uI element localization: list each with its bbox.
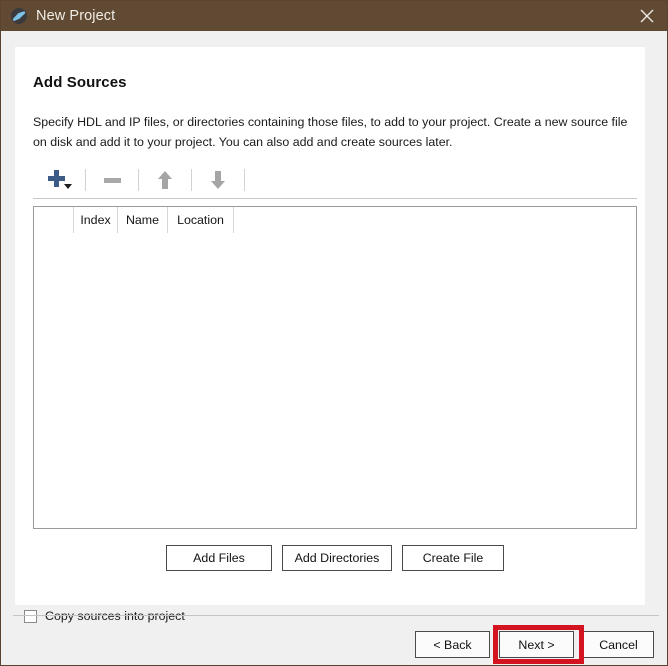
add-files-button[interactable]: Add Files [166,545,272,571]
copy-sources-checkbox-row[interactable]: Copy sources into project [24,609,185,623]
toolbar-separator [244,169,245,191]
arrow-down-icon [210,170,226,190]
cancel-button[interactable]: Cancel [583,631,654,658]
sources-toolbar [33,162,637,199]
sources-list[interactable]: Index Name Location [33,206,637,529]
add-source-button[interactable] [33,163,85,197]
close-icon[interactable] [625,1,667,31]
move-up-button[interactable] [139,163,191,197]
create-file-button[interactable]: Create File [402,545,504,571]
sources-table-header: Index Name Location [34,207,636,234]
vivado-logo-icon [10,7,28,25]
dialog-body: Add Sources Specify HDL and IP files, or… [1,31,667,665]
move-down-button[interactable] [192,163,244,197]
column-header-index[interactable]: Index [74,207,118,233]
column-header-name[interactable]: Name [118,207,168,233]
footer-divider [13,615,659,616]
sources-table-body[interactable] [34,234,636,528]
back-button[interactable]: < Back [415,631,490,658]
window-title: New Project [36,8,116,24]
column-header-filler [234,207,636,233]
arrow-up-icon [157,170,173,190]
footer-bar: < Back Next > Cancel [1,623,667,665]
copy-sources-label: Copy sources into project [45,609,185,623]
next-button[interactable]: Next > [499,631,574,658]
column-header-blank[interactable] [34,207,74,233]
plus-dropdown-icon [48,170,72,190]
source-action-buttons: Add Files Add Directories Create File [33,544,637,572]
add-directories-button[interactable]: Add Directories [282,545,392,571]
title-bar: New Project [1,1,667,31]
new-project-dialog: New Project Add Sources Specify HDL and … [0,0,668,666]
page-description: Specify HDL and IP files, or directories… [33,115,628,149]
copy-sources-checkbox[interactable] [24,609,37,623]
column-header-location[interactable]: Location [168,207,234,233]
content-card: Add Sources Specify HDL and IP files, or… [15,47,645,605]
page-title: Add Sources [33,74,127,91]
minus-icon [103,177,121,183]
remove-source-button[interactable] [86,163,138,197]
